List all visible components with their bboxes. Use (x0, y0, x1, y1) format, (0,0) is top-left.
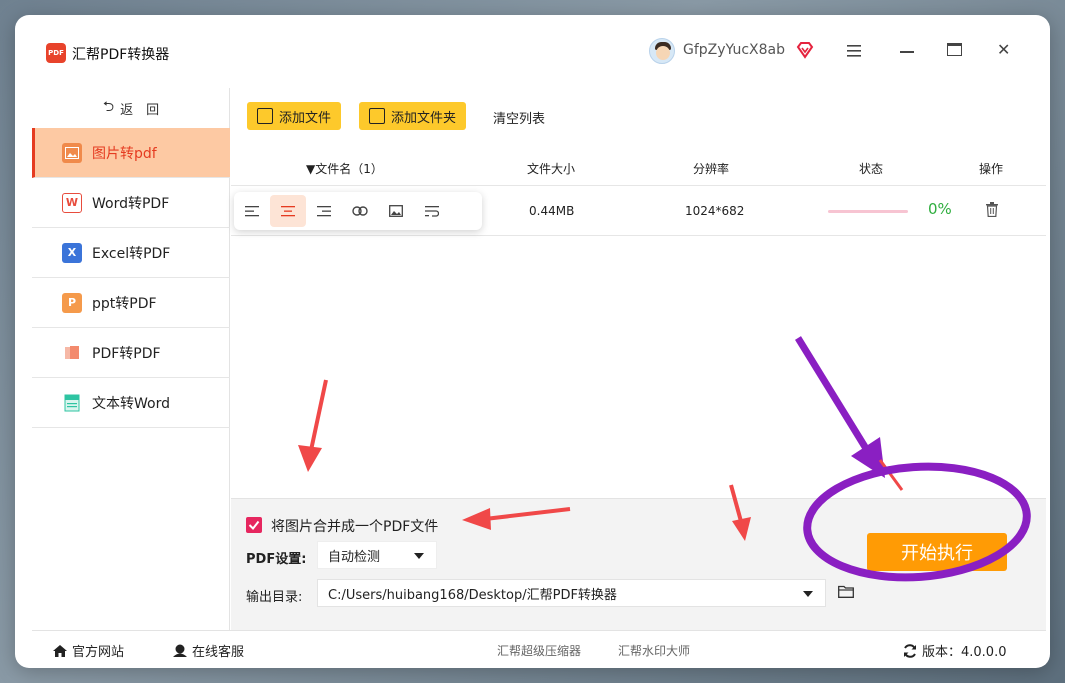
merge-checkbox[interactable] (246, 517, 262, 533)
official-website-link[interactable]: 官方网站 (52, 641, 124, 660)
excel-icon: X (62, 242, 82, 263)
vip-diamond-icon[interactable] (796, 41, 814, 59)
sidebar-item-label: ppt转PDF (92, 295, 157, 312)
sidebar-item-label: 图片转pdf (92, 145, 157, 162)
app-window: PDF 汇帮PDF转换器 GfpZyYucX8ab ✕ ⮌ 返 回 图片转pdf… (15, 15, 1050, 668)
link-icon[interactable] (342, 195, 378, 227)
minimize-icon[interactable] (900, 51, 914, 53)
add-folder-icon (369, 108, 385, 124)
sidebar-item-word-to-pdf[interactable]: W Word转PDF (32, 178, 230, 228)
start-button[interactable]: 开始执行 (867, 533, 1007, 571)
main-panel: 添加文件 添加文件夹 清空列表 ▼文件名（1） 文件大小 分辨率 状态 操作 0… (231, 88, 1046, 630)
refresh-icon (904, 643, 916, 658)
watermark-link[interactable]: 汇帮水印大师 (618, 642, 690, 659)
text-wrap-icon[interactable] (414, 195, 450, 227)
add-folder-button[interactable]: 添加文件夹 (359, 102, 467, 130)
title-bar: PDF 汇帮PDF转换器 GfpZyYucX8ab ✕ (32, 33, 1046, 88)
ppt-icon: P (62, 292, 82, 313)
output-dir-select[interactable]: C:/Users/huibang168/Desktop/汇帮PDF转换器 (317, 579, 826, 607)
username[interactable]: GfpZyYucX8ab (683, 42, 785, 58)
column-action-header: 操作 (979, 162, 1004, 176)
image-icon (62, 142, 82, 163)
home-icon (53, 644, 67, 657)
pdf-icon (62, 343, 82, 363)
sidebar-item-excel-to-pdf[interactable]: X Excel转PDF (32, 228, 230, 278)
progress-bar (828, 210, 908, 213)
delete-trash-icon[interactable] (986, 202, 998, 217)
pdf-settings-select[interactable]: 自动检测 (317, 541, 437, 569)
align-right-icon[interactable] (306, 195, 342, 227)
chevron-down-icon (414, 553, 424, 559)
app-title: 汇帮PDF转换器 (72, 47, 170, 63)
sidebar-item-image-to-pdf[interactable]: 图片转pdf (32, 128, 230, 178)
app-logo-icon: PDF (46, 43, 66, 63)
sidebar-item-label: PDF转PDF (92, 345, 161, 362)
pdf-settings-value: 自动检测 (328, 549, 381, 565)
footer-bar: 官方网站 在线客服 汇帮超级压缩器 汇帮水印大师 版本：4.0.0.0 (32, 630, 1046, 665)
add-file-icon (257, 108, 273, 124)
sidebar-item-label: Excel转PDF (92, 245, 171, 262)
user-avatar[interactable] (649, 38, 675, 64)
add-file-label: 添加文件 (279, 110, 332, 126)
add-folder-label: 添加文件夹 (391, 110, 457, 126)
maximize-icon[interactable] (947, 43, 962, 56)
file-size-cell: 0.44MB (529, 204, 575, 218)
version-info[interactable]: 版本：4.0.0.0 (902, 641, 1006, 660)
add-file-button[interactable]: 添加文件 (247, 102, 342, 130)
output-dir-value: C:/Users/huibang168/Desktop/汇帮PDF转换器 (328, 587, 617, 603)
folder-icon[interactable] (838, 585, 854, 598)
table-header: ▼文件名（1） 文件大小 分辨率 状态 操作 (231, 150, 1046, 186)
back-label: 返 回 (120, 102, 160, 118)
compressor-link[interactable]: 汇帮超级压缩器 (497, 642, 581, 659)
align-center-icon[interactable] (270, 195, 306, 227)
chevron-down-icon (803, 591, 813, 597)
word-icon: W (62, 192, 82, 213)
clear-list-button[interactable]: 清空列表 (493, 108, 545, 127)
app-frame: PDF 汇帮PDF转换器 GfpZyYucX8ab ✕ ⮌ 返 回 图片转pdf… (32, 33, 1046, 665)
back-button[interactable]: ⮌ 返 回 (32, 88, 230, 128)
output-dir-label: 输出目录: (246, 590, 303, 605)
insert-image-icon[interactable] (378, 195, 414, 227)
merge-label: 将图片合并成一个PDF文件 (271, 519, 439, 535)
settings-panel: 将图片合并成一个PDF文件 PDF设置: 自动检测 输出目录: C:/Users… (231, 498, 1046, 630)
sidebar-item-label: Word转PDF (92, 195, 170, 212)
sidebar-item-pdf-to-pdf[interactable]: PDF转PDF (32, 328, 230, 378)
menu-icon[interactable] (847, 45, 861, 57)
headset-icon (173, 644, 187, 657)
text-doc-icon (62, 393, 82, 413)
column-resolution-header: 分辨率 (693, 162, 730, 176)
close-icon[interactable]: ✕ (997, 42, 1010, 58)
sidebar-item-text-to-word[interactable]: 文本转Word (32, 378, 230, 428)
column-name-header[interactable]: ▼文件名（1） (306, 160, 383, 177)
progress-percent: 0% (928, 200, 952, 218)
back-arrow-icon: ⮌ (102, 99, 115, 115)
sidebar-item-ppt-to-pdf[interactable]: P ppt转PDF (32, 278, 230, 328)
align-left-icon[interactable] (234, 195, 270, 227)
column-size-header: 文件大小 (527, 162, 576, 176)
online-service-link[interactable]: 在线客服 (172, 641, 244, 660)
resolution-cell: 1024*682 (685, 204, 745, 218)
pdf-settings-label: PDF设置: (246, 552, 307, 567)
sidebar: ⮌ 返 回 图片转pdf W Word转PDF X Excel转PDF P pp… (32, 88, 230, 630)
column-status-header: 状态 (859, 162, 884, 176)
sidebar-item-label: 文本转Word (92, 395, 170, 412)
format-popup-toolbar (234, 192, 482, 230)
sort-down-icon: ▼ (306, 162, 316, 176)
